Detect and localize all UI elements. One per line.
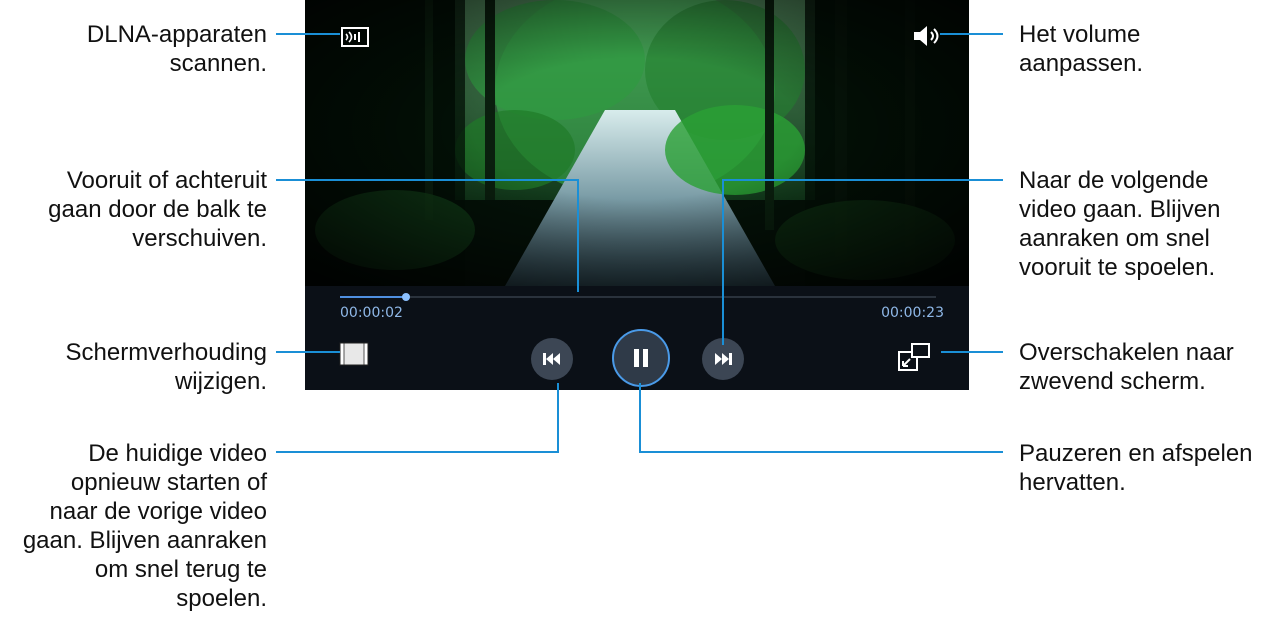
progress-fill <box>340 296 406 298</box>
video-player-screen[interactable]: 00:00:02 00:00:23 <box>305 0 969 390</box>
total-time: 00:00:23 <box>881 305 944 321</box>
progress-handle[interactable] <box>401 293 410 301</box>
leader-prev <box>276 383 559 453</box>
callout-prev: De huidige video opnieuw starten of naar… <box>22 440 267 612</box>
progress-bar[interactable] <box>340 293 936 301</box>
dlna-scan-icon[interactable] <box>340 26 370 48</box>
previous-button[interactable] <box>531 338 573 380</box>
callout-volume: Het volume aanpassen. <box>1019 21 1144 77</box>
callout-seek: Vooruit of achteruit gaan door de balk t… <box>48 167 267 252</box>
screen-ratio-icon[interactable] <box>339 342 369 366</box>
leader-pause <box>639 383 1003 453</box>
previous-track-icon <box>543 353 560 365</box>
popup-player-icon[interactable] <box>897 342 931 372</box>
callout-next: Naar de volgende video gaan. Blijven aan… <box>1019 167 1221 281</box>
pause-icon <box>634 349 648 367</box>
pause-button[interactable] <box>612 329 670 387</box>
next-track-icon <box>715 353 732 365</box>
next-button[interactable] <box>702 338 744 380</box>
elapsed-time: 00:00:02 <box>340 305 403 321</box>
callout-popup: Overschakelen naar zwevend scherm. <box>1019 339 1234 395</box>
video-frame <box>305 0 969 286</box>
callout-dlna: DLNA-apparaten scannen. <box>86 21 267 77</box>
player-controls-bar: 00:00:02 00:00:23 <box>305 286 969 390</box>
volume-icon[interactable] <box>912 24 944 48</box>
callout-pause: Pauzeren en afspelen hervatten. <box>1019 440 1253 496</box>
callout-ratio: Schermverhouding wijzigen. <box>65 339 267 395</box>
